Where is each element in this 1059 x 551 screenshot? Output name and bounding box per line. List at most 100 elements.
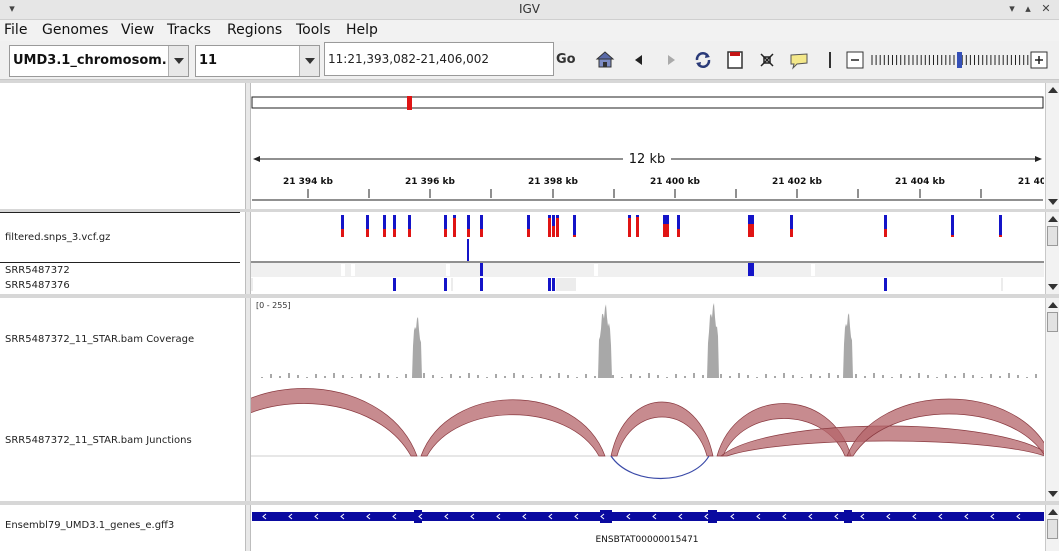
chromosome-ideogram[interactable] (251, 96, 1044, 109)
span-label: 12 kb (629, 152, 665, 167)
ruler-tick-label: 21 394 kb (283, 177, 334, 187)
coverage-bar (684, 376, 686, 378)
go-button[interactable]: Go (556, 52, 576, 67)
variant-mark (552, 226, 555, 237)
junctions-track[interactable] (251, 388, 1044, 480)
coverage-bar (324, 376, 326, 378)
coverage-peak (412, 317, 422, 378)
genotype-gap (594, 264, 598, 276)
track-name-sample2[interactable]: SRR5487376 (5, 280, 70, 291)
resize-to-fit-icon[interactable] (756, 49, 778, 71)
coverage-bar (783, 373, 785, 378)
forward-icon[interactable] (660, 49, 682, 71)
menu-regions[interactable]: Regions (227, 22, 282, 38)
menu-view[interactable]: View (121, 22, 154, 38)
home-icon[interactable] (594, 49, 616, 71)
coverage-bar (963, 373, 965, 378)
close-icon[interactable]: ✕ (1038, 1, 1054, 17)
variant-mark (677, 229, 680, 237)
feature-scrollbar[interactable] (1045, 505, 1059, 551)
chevron-down-icon[interactable] (299, 46, 319, 76)
variant-mark (748, 215, 754, 224)
track-name-genes[interactable]: Ensembl79_UMD3.1_genes_e.gff3 (5, 520, 174, 531)
coverage-bar (504, 376, 506, 378)
coverage-bar (765, 374, 767, 378)
variant-mark (884, 215, 887, 229)
menu-tools[interactable]: Tools (296, 22, 331, 38)
window-title: IGV (518, 2, 541, 16)
locus-input[interactable] (324, 42, 554, 76)
chromosome-dropdown[interactable]: 11 (195, 45, 320, 77)
coverage-bar (819, 376, 821, 378)
coverage-bar (297, 375, 299, 378)
coverage-bar (441, 377, 443, 378)
alignment-scrollbar[interactable] (1045, 298, 1059, 501)
variant-mark (453, 218, 456, 237)
variant-mark (663, 224, 669, 237)
coverage-bar (468, 373, 470, 378)
genome-dropdown[interactable]: UMD3.1_chromosom... (9, 45, 189, 77)
gene-exon (844, 510, 852, 523)
variant-mark (748, 224, 754, 237)
coverage-bar (648, 373, 650, 378)
gene-feature[interactable] (252, 510, 1044, 523)
gene-exon (708, 510, 717, 523)
coverage-bar (486, 377, 488, 378)
coverage-bar (657, 375, 659, 378)
minimize-icon[interactable]: ▾ (1004, 1, 1020, 17)
coverage-bar (954, 376, 956, 378)
feature-name-panel: Ensembl79_UMD3.1_genes_e.gff3 (0, 505, 244, 551)
coverage-bar (666, 377, 668, 378)
coverage-peak (707, 303, 719, 378)
variant-mark (408, 229, 411, 237)
variant-mark (999, 215, 1002, 235)
ruler-panel: 12 kb 21 394 kb 21 396 kb 21 398 kb 21 4… (251, 83, 1044, 209)
coverage-bar (1008, 373, 1010, 378)
variant-scrollbar[interactable] (1045, 212, 1059, 294)
coverage-bar (603, 373, 605, 378)
zoom-slider[interactable] (846, 50, 1048, 70)
back-icon[interactable] (628, 49, 650, 71)
feature-panel: ENSBTAT00000015471 (251, 505, 1044, 551)
region-navigator-icon[interactable] (724, 49, 746, 71)
coverage-track[interactable] (261, 303, 1037, 378)
coverage-bar (414, 376, 416, 378)
variant-mark (663, 215, 669, 224)
coverage-bar (936, 377, 938, 378)
refresh-icon[interactable] (692, 49, 714, 71)
menu-file[interactable]: File (4, 22, 27, 38)
menu-help[interactable]: Help (346, 22, 378, 38)
menu-genomes[interactable]: Genomes (42, 22, 108, 38)
coverage-bar (594, 376, 596, 378)
track-name-junctions[interactable]: SRR5487372_11_STAR.bam Junctions (5, 435, 192, 446)
ruler-tick-label: 21 396 kb (405, 177, 456, 187)
variant-mark (383, 229, 386, 237)
chevron-down-icon[interactable] (168, 46, 188, 76)
ruler-scrollbar[interactable] (1045, 83, 1059, 209)
coverage-bar (702, 375, 704, 378)
coverage-bar (342, 375, 344, 378)
variant-mark (444, 229, 447, 237)
variant-mark (366, 229, 369, 237)
variant-mark (383, 215, 386, 229)
maximize-icon[interactable]: ▴ (1020, 1, 1036, 17)
popup-info-icon[interactable] (788, 49, 810, 71)
coverage-bar (927, 375, 929, 378)
variant-mark (628, 215, 631, 218)
variant-mark (467, 239, 469, 261)
variant-mark (999, 235, 1002, 237)
coverage-bar (315, 374, 317, 378)
variant-mark (480, 215, 483, 229)
coverage-bar (882, 375, 884, 378)
variant-mark (884, 229, 887, 237)
genotype-call (480, 263, 483, 276)
coverage-bar (378, 373, 380, 378)
coverage-bar (810, 374, 812, 378)
variant-mark (467, 215, 470, 229)
track-name-sample1[interactable]: SRR5487372 (5, 265, 70, 276)
coverage-bar (531, 377, 533, 378)
track-name-coverage[interactable]: SRR5487372_11_STAR.bam Coverage (5, 334, 194, 345)
track-name-vcf[interactable]: filtered.snps_3.vcf.gz (5, 232, 110, 243)
menu-tracks[interactable]: Tracks (167, 22, 211, 38)
coverage-bar (630, 374, 632, 378)
